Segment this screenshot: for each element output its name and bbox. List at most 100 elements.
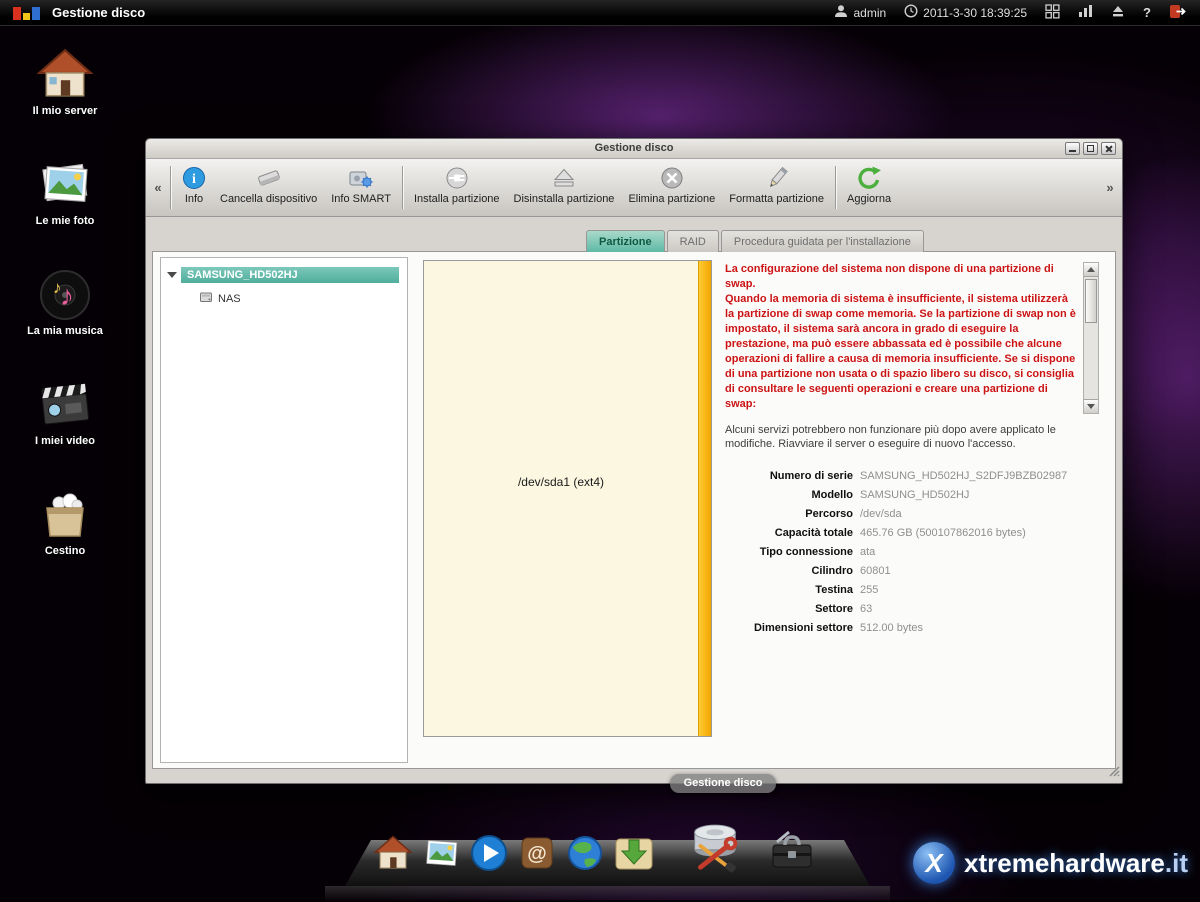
- disk-management-window: Gestione disco « i Info Cancella disposi…: [145, 138, 1123, 784]
- scrollbar-thumb[interactable]: [1085, 279, 1097, 323]
- toolbar-scroll-right[interactable]: »: [1102, 159, 1118, 216]
- minimize-icon: [1069, 150, 1076, 152]
- disk-details-list: Numero di serieSAMSUNG_HD502HJ_S2DFJ9BZB…: [725, 467, 1099, 638]
- tab-raid[interactable]: RAID: [667, 230, 719, 252]
- desktop-icon-column: Il mio server Le mie foto ♪ ♪: [18, 38, 112, 588]
- maximize-button[interactable]: [1083, 142, 1098, 155]
- eraser-icon: [256, 164, 282, 191]
- user-icon: [834, 4, 848, 21]
- help-icon[interactable]: ?: [1143, 5, 1151, 20]
- arrow-up-icon: [1087, 267, 1095, 272]
- detail-row: Numero di serieSAMSUNG_HD502HJ_S2DFJ9BZB…: [725, 467, 1099, 486]
- window-title: Gestione disco: [595, 142, 674, 154]
- install-partition-button[interactable]: Installa partizione: [407, 159, 507, 216]
- system-clock: 2011-3-30 18:39:25: [904, 4, 1027, 21]
- dock-tooltip: Gestione disco: [670, 774, 776, 793]
- toolbar-scroll-left[interactable]: «: [150, 159, 166, 216]
- svg-text:i: i: [192, 172, 196, 187]
- dock-play-icon[interactable]: [469, 833, 509, 878]
- detail-row: Tipo connessioneata: [725, 543, 1099, 562]
- desktop-icon-my-videos[interactable]: I miei video: [18, 368, 112, 478]
- watermark-text: xtremehardware.it: [964, 848, 1188, 879]
- watermark: X xtremehardware.it: [913, 842, 1188, 884]
- tree-item-nas[interactable]: NAS: [199, 290, 407, 307]
- topbar-title: Gestione disco: [52, 5, 145, 20]
- partition-label: /dev/sda1 (ext4): [424, 475, 698, 489]
- toolbar-separator: [835, 166, 836, 209]
- svg-text:♪: ♪: [60, 280, 74, 311]
- desktop-icon-my-server[interactable]: Il mio server: [18, 38, 112, 148]
- erase-device-button[interactable]: Cancella dispositivo: [213, 159, 324, 216]
- uninstall-partition-button[interactable]: Disinstalla partizione: [507, 159, 622, 216]
- tab-install-wizard[interactable]: Procedura guidata per l'installazione: [721, 230, 924, 252]
- dock-toolbox-icon[interactable]: [769, 829, 815, 878]
- uninstall-partition-icon: [551, 164, 577, 191]
- warning-scrollbar[interactable]: [1083, 262, 1099, 414]
- info-button[interactable]: i Info: [175, 159, 213, 216]
- drive-icon: [199, 290, 213, 307]
- swap-warning-box: La configurazione del sistema non dispon…: [725, 262, 1099, 414]
- install-partition-icon: [444, 164, 470, 191]
- format-partition-icon: [764, 164, 790, 191]
- dock-mail-icon[interactable]: @: [517, 833, 557, 878]
- user-name: admin: [853, 6, 886, 20]
- logout-icon[interactable]: [1169, 4, 1186, 22]
- close-button[interactable]: [1101, 142, 1116, 155]
- dock-home-icon[interactable]: [373, 833, 413, 878]
- warning-line2: Quando la memoria di sistema è insuffici…: [725, 292, 1077, 412]
- tab-strip: Partizione RAID Procedura guidata per l'…: [146, 227, 1114, 252]
- expander-icon[interactable]: [167, 272, 177, 278]
- toolbar-separator: [170, 166, 171, 209]
- system-logo-icon: [13, 6, 40, 20]
- scroll-down-button[interactable]: [1084, 399, 1098, 413]
- dock-download-icon[interactable]: [613, 833, 655, 878]
- dock: @: [345, 840, 870, 886]
- delete-partition-icon: [659, 164, 685, 191]
- refresh-button[interactable]: Aggiorna: [840, 159, 898, 216]
- desktop-icon-my-photos[interactable]: Le mie foto: [18, 148, 112, 258]
- dock-browser-icon[interactable]: [565, 833, 605, 878]
- disk-info-panel: La configurazione del sistema non dispon…: [725, 262, 1099, 638]
- dock-disk-tools-icon[interactable]: [683, 811, 747, 880]
- smart-info-button[interactable]: Info SMART: [324, 159, 398, 216]
- desktop-icon-trash[interactable]: Cestino: [18, 478, 112, 588]
- home-icon: [36, 38, 94, 102]
- svg-text:@: @: [527, 843, 547, 865]
- user-menu[interactable]: admin: [834, 4, 886, 21]
- datetime-text: 2011-3-30 18:39:25: [923, 6, 1027, 20]
- warning-line1: La configurazione del sistema non dispon…: [725, 262, 1077, 292]
- toolbar-separator: [402, 166, 403, 209]
- delete-partition-button[interactable]: Elimina partizione: [621, 159, 722, 216]
- format-partition-button[interactable]: Formatta partizione: [722, 159, 831, 216]
- detail-row: ModelloSAMSUNG_HD502HJ: [725, 486, 1099, 505]
- partition-map[interactable]: /dev/sda1 (ext4): [423, 260, 712, 737]
- service-note: Alcuni servizi potrebbero non funzionare…: [725, 423, 1097, 451]
- window-titlebar[interactable]: Gestione disco: [146, 139, 1122, 159]
- detail-row: Percorso/dev/sda: [725, 505, 1099, 524]
- photos-icon: [36, 148, 94, 212]
- window-statusbar: [146, 769, 1122, 783]
- apps-grid-icon[interactable]: [1045, 4, 1060, 22]
- top-menu-bar: Gestione disco admin 2011-3-30 18:39:25 …: [0, 0, 1200, 26]
- window-toolbar: « i Info Cancella dispositivo Info SMART: [146, 159, 1122, 217]
- maximize-icon: [1087, 145, 1094, 152]
- detail-row: Capacità totale465.76 GB (500107862016 b…: [725, 524, 1099, 543]
- smart-disk-icon: [348, 164, 374, 191]
- tree-item-disk[interactable]: SAMSUNG_HD502HJ: [167, 267, 399, 283]
- detail-row: Dimensioni settore512.00 bytes: [725, 619, 1099, 638]
- clock-icon: [904, 4, 918, 21]
- music-icon: ♪ ♪: [37, 258, 93, 322]
- detail-row: Testina255: [725, 581, 1099, 600]
- scroll-up-button[interactable]: [1084, 263, 1098, 277]
- desktop-icon-my-music[interactable]: ♪ ♪ La mia musica: [18, 258, 112, 368]
- tab-partizione[interactable]: Partizione: [586, 230, 665, 252]
- dock-photos-icon[interactable]: [421, 833, 461, 878]
- arrow-down-icon: [1087, 404, 1095, 409]
- minimize-button[interactable]: [1065, 142, 1080, 155]
- partition-used-stripe: [698, 261, 711, 736]
- usage-icon[interactable]: [1078, 4, 1093, 21]
- videos-icon: [36, 368, 94, 432]
- trash-icon: [37, 478, 93, 542]
- eject-icon[interactable]: [1111, 4, 1125, 21]
- refresh-icon: [855, 164, 883, 191]
